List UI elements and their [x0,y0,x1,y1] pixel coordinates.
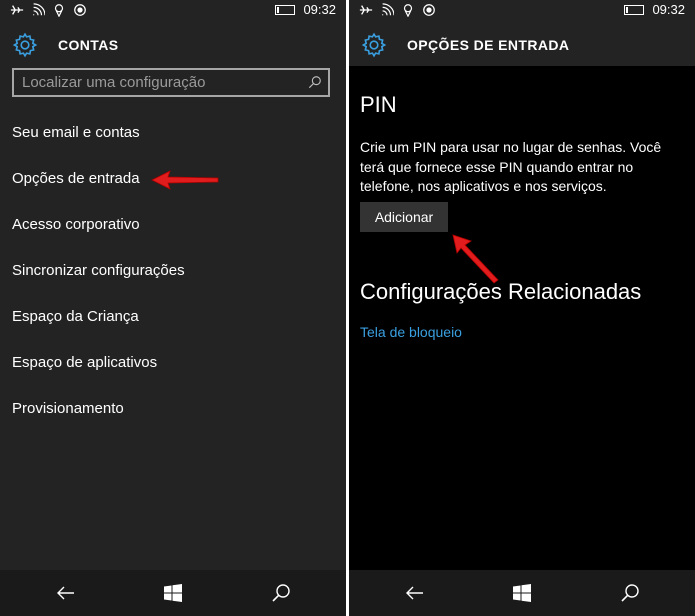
page-title: CONTAS [58,37,119,53]
page-title: OPÇÕES DE ENTRADA [407,37,570,53]
windows-start-icon[interactable] [512,583,532,603]
menu-item-email-accounts[interactable]: Seu email e contas [0,112,346,158]
record-icon [423,4,435,16]
lock-screen-link[interactable]: Tela de bloqueio [360,324,462,340]
search-icon[interactable] [271,583,291,603]
menu-item-work-access[interactable]: Acesso corporativo [0,204,346,250]
annotation-arrow [452,234,499,284]
search-input[interactable] [22,73,302,91]
pin-description: Crie um PIN para usar no lugar de senhas… [360,139,662,194]
search-icon[interactable] [308,75,322,89]
menu-item-sync-settings[interactable]: Sincronizar configurações [0,250,346,296]
search-icon[interactable] [620,583,640,603]
menu-item-label: Sincronizar configurações [12,262,185,279]
menu-item-label: Espaço de aplicativos [12,354,158,371]
back-icon[interactable] [405,583,425,603]
menu-item-apps-corner[interactable]: Espaço de aplicativos [0,342,346,388]
contas-screen: 09:32 CONTAS Seu email e contas Opções d… [0,0,346,616]
nav-bar [349,570,695,616]
wifi-icon [33,3,45,16]
menu-item-label: Seu email e contas [12,124,140,141]
gear-icon [12,32,38,58]
clock: 09:32 [303,2,336,17]
location-icon [403,4,413,17]
record-icon [74,4,86,16]
menu-item-provisioning[interactable]: Provisionamento [0,388,346,434]
page-header: OPÇÕES DE ENTRADA [349,24,695,66]
pin-heading: PIN [360,92,397,117]
menu-item-label: Provisionamento [12,400,124,417]
menu-item-label: Acesso corporativo [12,216,140,233]
settings-menu: Seu email e contas Opções de entrada Ace… [0,112,346,434]
menu-item-label: Espaço da Criança [12,308,139,325]
wifi-icon [382,3,394,16]
airplane-icon [10,5,24,15]
page-header: CONTAS [0,28,346,64]
menu-item-label: Opções de entrada [12,170,140,187]
add-pin-button[interactable]: Adicionar [360,202,448,232]
sign-in-options-screen: 09:32 OPÇÕES DE ENTRADA PIN Crie um PIN … [349,0,695,616]
gear-icon [361,32,387,58]
back-icon[interactable] [56,583,76,603]
status-bar: 09:32 [0,0,346,24]
location-icon [54,4,64,17]
menu-item-sign-in-options[interactable]: Opções de entrada [0,158,346,204]
battery-icon [275,4,296,15]
menu-item-kids-corner[interactable]: Espaço da Criança [0,296,346,342]
battery-icon [624,4,645,15]
nav-bar [0,570,346,616]
airplane-icon [359,5,373,15]
clock: 09:32 [652,2,685,17]
search-box[interactable] [12,68,330,97]
related-settings-heading: Configurações Relacionadas [360,279,642,304]
status-bar: 09:32 [349,0,695,24]
windows-start-icon[interactable] [163,583,183,603]
